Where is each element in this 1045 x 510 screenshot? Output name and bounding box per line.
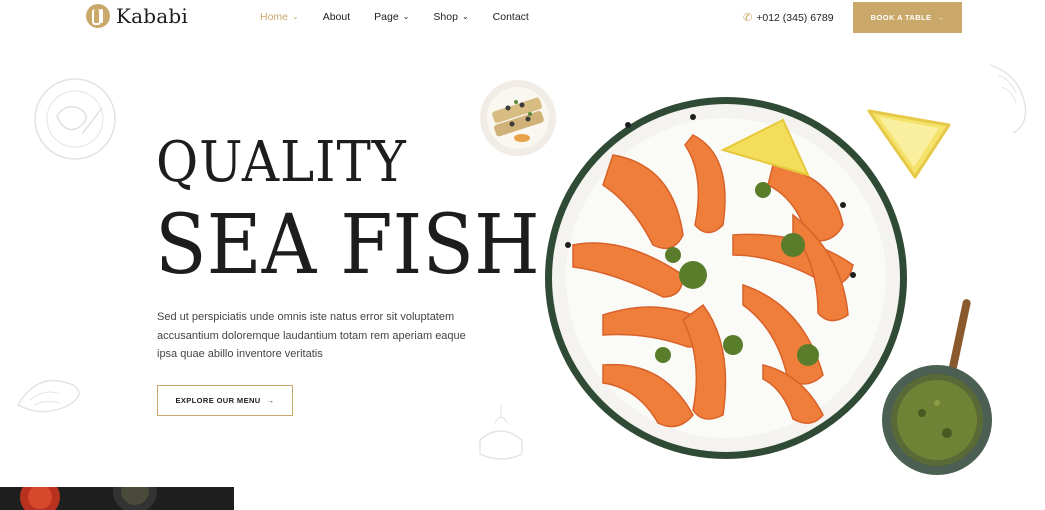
main-nav: Home ⌄ About Page ⌄ Shop ⌄ Contact (260, 11, 553, 23)
chevron-down-icon: ⌄ (461, 11, 469, 21)
brand-name: Kababi (116, 4, 188, 28)
pot-sketch-icon (479, 405, 523, 460)
shrimp-plate-image (545, 97, 907, 459)
chevron-down-icon: ⌄ (292, 11, 299, 21)
nav-item-label: Contact (492, 11, 529, 23)
explore-menu-button[interactable]: EXPLORE OUR MENU → (157, 385, 293, 416)
nav-item-page[interactable]: Page ⌄ (374, 11, 409, 23)
nav-item-label: About (322, 11, 351, 23)
logo-icon (86, 4, 110, 28)
phone-icon: ✆ (743, 12, 753, 24)
shrimp-sketch-icon (989, 64, 1027, 134)
nav-item-shop[interactable]: Shop ⌄ (433, 11, 468, 23)
phone-link[interactable]: ✆ +012 (345) 6789 (743, 11, 834, 25)
brand-logo[interactable]: Kababi (86, 4, 188, 28)
chevron-down-icon: ⌄ (402, 11, 410, 21)
food-thumbnail-image (20, 487, 157, 510)
hero-title-line2: SEA FISH (155, 198, 540, 293)
nav-item-contact[interactable]: Contact (493, 11, 529, 23)
phone-number: +012 (345) 6789 (756, 11, 834, 24)
nav-item-label: Page (374, 11, 399, 23)
hero-description: Sed ut perspiciatis unde omnis iste natu… (157, 311, 466, 360)
lemon-image (867, 109, 951, 179)
gallery-thumbnail (0, 487, 234, 510)
explore-menu-label: EXPLORE OUR MENU (175, 396, 261, 405)
hero-title-line1: QUALITY (156, 130, 407, 195)
plate-sketch-icon (34, 78, 116, 160)
book-table-button[interactable]: BOOK A TABLE → (853, 2, 962, 33)
nav-item-label: Shop (433, 11, 458, 23)
shell-sketch-icon (17, 379, 80, 413)
nav-item-label: Home (260, 11, 289, 23)
arrow-right-icon: → (936, 13, 945, 22)
arrow-right-icon: → (266, 396, 275, 405)
book-table-label: BOOK A TABLE (870, 13, 932, 22)
nav-item-about[interactable]: About (323, 11, 350, 23)
nav-item-home[interactable]: Home ⌄ (260, 11, 299, 23)
pesto-bowl-image (882, 299, 992, 475)
